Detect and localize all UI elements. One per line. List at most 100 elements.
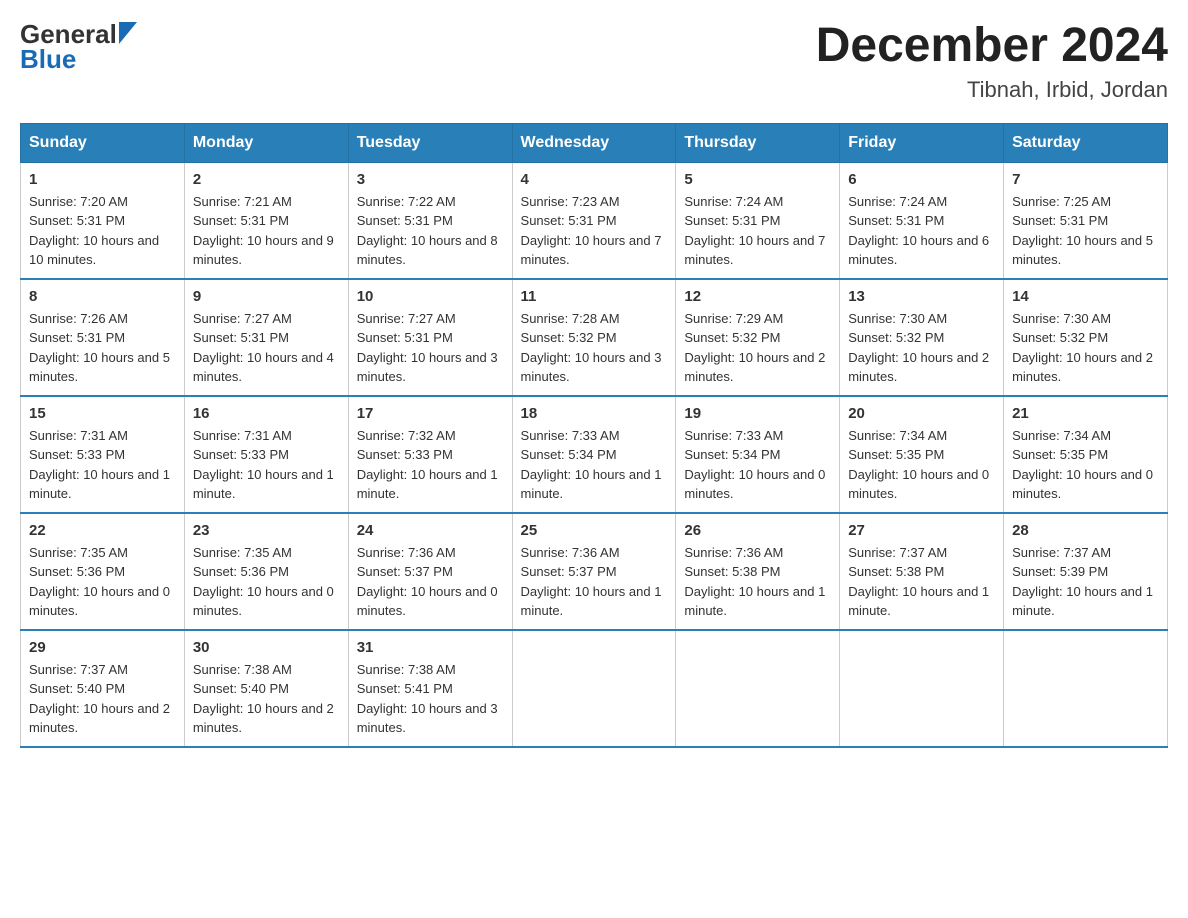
logo-triangle-icon — [119, 22, 137, 44]
calendar-cell: 23 Sunrise: 7:35 AMSunset: 5:36 PMDayligh… — [184, 513, 348, 630]
week-row-1: 1 Sunrise: 7:20 AMSunset: 5:31 PMDaylight… — [21, 162, 1168, 279]
calendar-cell: 28 Sunrise: 7:37 AMSunset: 5:39 PMDayligh… — [1004, 513, 1168, 630]
day-info: Sunrise: 7:27 AMSunset: 5:31 PMDaylight:… — [357, 309, 504, 387]
week-row-2: 8 Sunrise: 7:26 AMSunset: 5:31 PMDaylight… — [21, 279, 1168, 396]
calendar-cell — [512, 630, 676, 747]
calendar-table: SundayMondayTuesdayWednesdayThursdayFrid… — [20, 123, 1168, 748]
calendar-cell — [1004, 630, 1168, 747]
calendar-cell: 18 Sunrise: 7:33 AMSunset: 5:34 PMDayligh… — [512, 396, 676, 513]
day-number: 7 — [1012, 171, 1159, 188]
logo-text: General Blue — [20, 20, 137, 73]
day-info: Sunrise: 7:30 AMSunset: 5:32 PMDaylight:… — [848, 309, 995, 387]
calendar-cell: 25 Sunrise: 7:36 AMSunset: 5:37 PMDayligh… — [512, 513, 676, 630]
day-info: Sunrise: 7:36 AMSunset: 5:38 PMDaylight:… — [684, 543, 831, 621]
calendar-cell: 26 Sunrise: 7:36 AMSunset: 5:38 PMDayligh… — [676, 513, 840, 630]
day-info: Sunrise: 7:34 AMSunset: 5:35 PMDaylight:… — [848, 426, 995, 504]
day-info: Sunrise: 7:30 AMSunset: 5:32 PMDaylight:… — [1012, 309, 1159, 387]
day-number: 23 — [193, 522, 340, 539]
day-info: Sunrise: 7:35 AMSunset: 5:36 PMDaylight:… — [29, 543, 176, 621]
calendar-cell: 19Sunrise: 7:33 AMSunset: 5:34 PMDayligh… — [676, 396, 840, 513]
day-number: 31 — [357, 639, 504, 656]
day-info: Sunrise: 7:26 AMSunset: 5:31 PMDaylight:… — [29, 309, 176, 387]
calendar-cell: 27Sunrise: 7:37 AMSunset: 5:38 PMDayligh… — [840, 513, 1004, 630]
day-number: 11 — [521, 288, 668, 305]
day-info: Sunrise: 7:33 AMSunset: 5:34 PMDaylight:… — [521, 426, 668, 504]
calendar-cell: 21 Sunrise: 7:34 AMSunset: 5:35 PMDayligh… — [1004, 396, 1168, 513]
day-number: 10 — [357, 288, 504, 305]
calendar-cell: 8 Sunrise: 7:26 AMSunset: 5:31 PMDaylight… — [21, 279, 185, 396]
column-header-tuesday: Tuesday — [348, 123, 512, 162]
day-number: 6 — [848, 171, 995, 188]
day-number: 29 — [29, 639, 176, 656]
day-number: 28 — [1012, 522, 1159, 539]
day-number: 22 — [29, 522, 176, 539]
day-number: 26 — [684, 522, 831, 539]
day-info: Sunrise: 7:34 AMSunset: 5:35 PMDaylight:… — [1012, 426, 1159, 504]
day-number: 21 — [1012, 405, 1159, 422]
day-number: 18 — [521, 405, 668, 422]
day-info: Sunrise: 7:31 AMSunset: 5:33 PMDaylight:… — [193, 426, 340, 504]
calendar-cell: 20 Sunrise: 7:34 AMSunset: 5:35 PMDayligh… — [840, 396, 1004, 513]
day-info: Sunrise: 7:38 AMSunset: 5:41 PMDaylight:… — [357, 660, 504, 738]
day-info: Sunrise: 7:20 AMSunset: 5:31 PMDaylight:… — [29, 192, 176, 270]
calendar-cell: 22 Sunrise: 7:35 AMSunset: 5:36 PMDayligh… — [21, 513, 185, 630]
column-header-monday: Monday — [184, 123, 348, 162]
calendar-cell: 7Sunrise: 7:25 AMSunset: 5:31 PMDaylight… — [1004, 162, 1168, 279]
day-number: 17 — [357, 405, 504, 422]
day-info: Sunrise: 7:31 AMSunset: 5:33 PMDaylight:… — [29, 426, 176, 504]
logo-blue: Blue — [20, 45, 137, 74]
calendar-cell: 31 Sunrise: 7:38 AMSunset: 5:41 PMDayligh… — [348, 630, 512, 747]
day-number: 30 — [193, 639, 340, 656]
calendar-cell: 3Sunrise: 7:22 AMSunset: 5:31 PMDaylight… — [348, 162, 512, 279]
day-number: 4 — [521, 171, 668, 188]
day-number: 1 — [29, 171, 176, 188]
calendar-cell: 1 Sunrise: 7:20 AMSunset: 5:31 PMDaylight… — [21, 162, 185, 279]
day-info: Sunrise: 7:21 AMSunset: 5:31 PMDaylight:… — [193, 192, 340, 270]
calendar-cell: 4 Sunrise: 7:23 AMSunset: 5:31 PMDaylight… — [512, 162, 676, 279]
day-info: Sunrise: 7:37 AMSunset: 5:39 PMDaylight:… — [1012, 543, 1159, 621]
day-number: 13 — [848, 288, 995, 305]
calendar-cell: 9 Sunrise: 7:27 AMSunset: 5:31 PMDaylight… — [184, 279, 348, 396]
column-header-friday: Friday — [840, 123, 1004, 162]
day-number: 14 — [1012, 288, 1159, 305]
day-info: Sunrise: 7:23 AMSunset: 5:31 PMDaylight:… — [521, 192, 668, 270]
page-header: General Blue December 2024 Tibnah, Irbid… — [20, 20, 1168, 103]
day-info: Sunrise: 7:28 AMSunset: 5:32 PMDaylight:… — [521, 309, 668, 387]
day-info: Sunrise: 7:36 AMSunset: 5:37 PMDaylight:… — [521, 543, 668, 621]
day-info: Sunrise: 7:38 AMSunset: 5:40 PMDaylight:… — [193, 660, 340, 738]
calendar-cell: 29Sunrise: 7:37 AMSunset: 5:40 PMDayligh… — [21, 630, 185, 747]
calendar-cell: 13 Sunrise: 7:30 AMSunset: 5:32 PMDayligh… — [840, 279, 1004, 396]
day-number: 15 — [29, 405, 176, 422]
day-number: 20 — [848, 405, 995, 422]
location: Tibnah, Irbid, Jordan — [816, 77, 1168, 103]
calendar-cell: 5Sunrise: 7:24 AMSunset: 5:31 PMDaylight… — [676, 162, 840, 279]
column-header-sunday: Sunday — [21, 123, 185, 162]
day-number: 12 — [684, 288, 831, 305]
day-info: Sunrise: 7:27 AMSunset: 5:31 PMDaylight:… — [193, 309, 340, 387]
day-info: Sunrise: 7:37 AMSunset: 5:38 PMDaylight:… — [848, 543, 995, 621]
day-info: Sunrise: 7:29 AMSunset: 5:32 PMDaylight:… — [684, 309, 831, 387]
calendar-cell: 10 Sunrise: 7:27 AMSunset: 5:31 PMDayligh… — [348, 279, 512, 396]
day-number: 9 — [193, 288, 340, 305]
calendar-cell: 12 Sunrise: 7:29 AMSunset: 5:32 PMDayligh… — [676, 279, 840, 396]
calendar-cell: 6 Sunrise: 7:24 AMSunset: 5:31 PMDaylight… — [840, 162, 1004, 279]
day-info: Sunrise: 7:24 AMSunset: 5:31 PMDaylight:… — [848, 192, 995, 270]
calendar-cell: 24 Sunrise: 7:36 AMSunset: 5:37 PMDayligh… — [348, 513, 512, 630]
calendar-cell: 2Sunrise: 7:21 AMSunset: 5:31 PMDaylight… — [184, 162, 348, 279]
week-row-3: 15 Sunrise: 7:31 AMSunset: 5:33 PMDayligh… — [21, 396, 1168, 513]
calendar-cell: 11 Sunrise: 7:28 AMSunset: 5:32 PMDayligh… — [512, 279, 676, 396]
day-number: 8 — [29, 288, 176, 305]
calendar-cell — [676, 630, 840, 747]
day-number: 24 — [357, 522, 504, 539]
week-row-5: 29Sunrise: 7:37 AMSunset: 5:40 PMDayligh… — [21, 630, 1168, 747]
day-info: Sunrise: 7:35 AMSunset: 5:36 PMDaylight:… — [193, 543, 340, 621]
day-info: Sunrise: 7:24 AMSunset: 5:31 PMDaylight:… — [684, 192, 831, 270]
day-info: Sunrise: 7:32 AMSunset: 5:33 PMDaylight:… — [357, 426, 504, 504]
week-row-4: 22 Sunrise: 7:35 AMSunset: 5:36 PMDayligh… — [21, 513, 1168, 630]
day-info: Sunrise: 7:36 AMSunset: 5:37 PMDaylight:… — [357, 543, 504, 621]
day-number: 16 — [193, 405, 340, 422]
header-row: SundayMondayTuesdayWednesdayThursdayFrid… — [21, 123, 1168, 162]
calendar-cell: 14 Sunrise: 7:30 AMSunset: 5:32 PMDayligh… — [1004, 279, 1168, 396]
calendar-cell: 17 Sunrise: 7:32 AMSunset: 5:33 PMDayligh… — [348, 396, 512, 513]
day-number: 25 — [521, 522, 668, 539]
